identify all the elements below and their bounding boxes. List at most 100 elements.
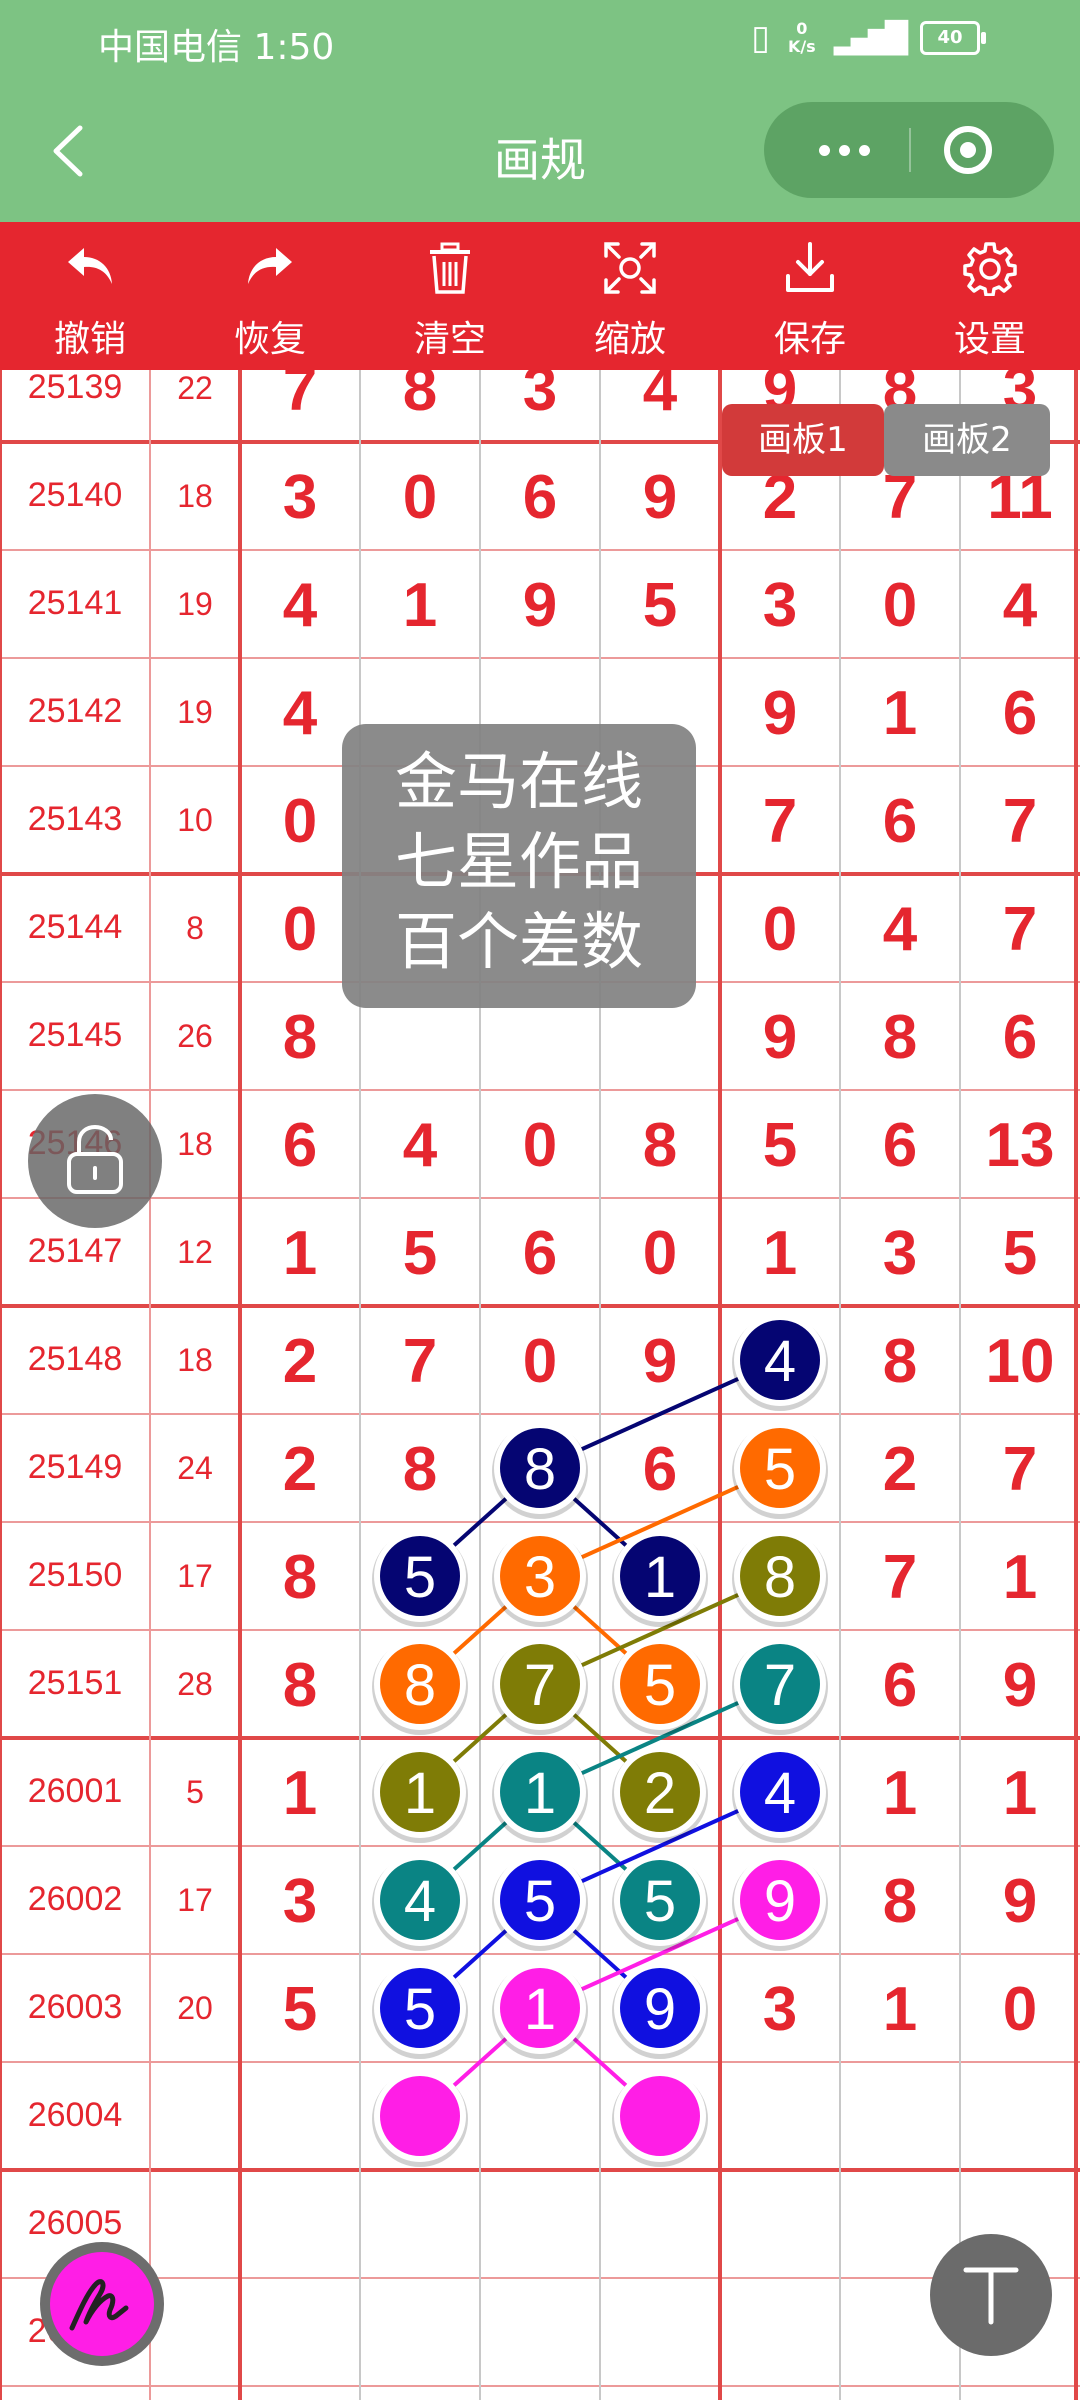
digit-cell[interactable]: 8 xyxy=(240,1002,360,1073)
digit-cell[interactable]: 4 xyxy=(240,678,360,749)
marker-circle[interactable]: 1 xyxy=(492,1962,588,2059)
marker-circle[interactable]: 5 xyxy=(612,1638,708,1735)
digit-cell[interactable]: 1 xyxy=(960,1542,1080,1613)
pen-color-button[interactable] xyxy=(40,2242,164,2366)
digit-cell[interactable]: 1 xyxy=(960,1758,1080,1829)
digit-cell[interactable]: 9 xyxy=(600,462,720,533)
digit-cell[interactable]: 1 xyxy=(840,678,960,749)
digit-cell[interactable]: 10 xyxy=(960,1326,1080,1397)
tab-board-1[interactable]: 画板1 xyxy=(722,404,884,476)
digit-cell[interactable]: 8 xyxy=(360,1434,480,1505)
digit-cell[interactable]: 1 xyxy=(240,1758,360,1829)
digit-cell[interactable]: 5 xyxy=(600,570,720,641)
digit-cell[interactable]: 4 xyxy=(840,894,960,965)
lock-button[interactable] xyxy=(28,1094,162,1228)
marker-circle[interactable]: 5 xyxy=(372,1530,468,1627)
digit-cell[interactable]: 0 xyxy=(960,1974,1080,2045)
marker-circle[interactable]: 8 xyxy=(732,1530,828,1627)
digit-cell[interactable]: 8 xyxy=(240,1650,360,1721)
digit-cell[interactable]: 8 xyxy=(840,1326,960,1397)
digit-cell[interactable]: 7 xyxy=(240,370,360,425)
digit-cell[interactable]: 7 xyxy=(360,1326,480,1397)
digit-cell[interactable]: 1 xyxy=(720,1218,840,1289)
digit-cell[interactable]: 9 xyxy=(480,570,600,641)
digit-cell[interactable]: 8 xyxy=(840,1866,960,1937)
marker-circle[interactable]: 4 xyxy=(732,1746,828,1843)
digit-cell[interactable]: 6 xyxy=(840,1110,960,1181)
digit-cell[interactable]: 0 xyxy=(480,1326,600,1397)
marker-circle[interactable]: 7 xyxy=(732,1638,828,1735)
digit-cell[interactable]: 5 xyxy=(240,1974,360,2045)
digit-cell[interactable]: 9 xyxy=(720,678,840,749)
digit-cell[interactable]: 7 xyxy=(960,786,1080,857)
digit-cell[interactable]: 6 xyxy=(960,678,1080,749)
tab-board-2[interactable]: 画板2 xyxy=(884,404,1050,476)
digit-cell[interactable]: 3 xyxy=(240,1866,360,1937)
marker-circle[interactable]: 3 xyxy=(492,1530,588,1627)
digit-cell[interactable]: 3 xyxy=(240,462,360,533)
digit-cell[interactable]: 0 xyxy=(480,1110,600,1181)
digit-cell[interactable]: 9 xyxy=(720,1002,840,1073)
digit-cell[interactable]: 13 xyxy=(960,1110,1080,1181)
digit-cell[interactable]: 4 xyxy=(960,570,1080,641)
digit-cell[interactable]: 5 xyxy=(720,1110,840,1181)
save-button[interactable]: 保存 xyxy=(720,222,900,370)
marker-circle[interactable] xyxy=(372,2070,468,2167)
digit-cell[interactable]: 0 xyxy=(600,1218,720,1289)
digit-cell[interactable]: 7 xyxy=(960,1434,1080,1505)
digit-cell[interactable]: 4 xyxy=(360,1110,480,1181)
digit-cell[interactable]: 8 xyxy=(600,1110,720,1181)
marker-circle[interactable] xyxy=(612,2070,708,2167)
digit-cell[interactable]: 9 xyxy=(600,1326,720,1397)
digit-cell[interactable]: 9 xyxy=(960,1866,1080,1937)
digit-cell[interactable]: 7 xyxy=(840,1542,960,1613)
digit-cell[interactable]: 6 xyxy=(480,1218,600,1289)
digit-cell[interactable]: 7 xyxy=(960,894,1080,965)
digit-cell[interactable]: 6 xyxy=(840,786,960,857)
digit-cell[interactable]: 3 xyxy=(720,570,840,641)
digit-cell[interactable]: 1 xyxy=(240,1218,360,1289)
digit-cell[interactable]: 2 xyxy=(240,1326,360,1397)
digit-cell[interactable]: 3 xyxy=(480,370,600,425)
zoom-button[interactable]: 缩放 xyxy=(540,222,720,370)
digit-cell[interactable]: 2 xyxy=(240,1434,360,1505)
marker-circle[interactable]: 5 xyxy=(492,1854,588,1951)
marker-circle[interactable]: 1 xyxy=(612,1530,708,1627)
marker-circle[interactable]: 5 xyxy=(732,1422,828,1519)
marker-circle[interactable]: 1 xyxy=(492,1746,588,1843)
digit-cell[interactable]: 1 xyxy=(840,1974,960,2045)
digit-cell[interactable]: 4 xyxy=(240,570,360,641)
digit-cell[interactable]: 0 xyxy=(720,894,840,965)
marker-circle[interactable]: 4 xyxy=(732,1314,828,1411)
marker-circle[interactable]: 5 xyxy=(612,1854,708,1951)
digit-cell[interactable]: 9 xyxy=(960,1650,1080,1721)
undo-button[interactable]: 撤销 xyxy=(0,222,180,370)
marker-circle[interactable]: 4 xyxy=(372,1854,468,1951)
digit-cell[interactable]: 1 xyxy=(840,1758,960,1829)
marker-circle[interactable]: 5 xyxy=(372,1962,468,2059)
more-button[interactable] xyxy=(794,102,894,198)
digit-cell[interactable]: 6 xyxy=(840,1650,960,1721)
marker-circle[interactable]: 8 xyxy=(492,1422,588,1519)
digit-cell[interactable]: 1 xyxy=(360,570,480,641)
digit-cell[interactable]: 8 xyxy=(240,1542,360,1613)
marker-circle[interactable]: 9 xyxy=(612,1962,708,2059)
digit-cell[interactable]: 2 xyxy=(840,1434,960,1505)
digit-cell[interactable]: 6 xyxy=(600,1434,720,1505)
digit-cell[interactable]: 3 xyxy=(720,1974,840,2045)
digit-cell[interactable]: 3 xyxy=(840,1218,960,1289)
drawing-grid[interactable]: 25139 22 7 8 3 4 9 8 3 25140 18 3 0 6 9 2 7 11 25141 19 4 1 9 5… xyxy=(0,370,1080,2400)
redo-button[interactable]: 恢复 xyxy=(180,222,360,370)
marker-circle[interactable]: 8 xyxy=(372,1638,468,1735)
digit-cell[interactable]: 8 xyxy=(840,1002,960,1073)
marker-circle[interactable]: 7 xyxy=(492,1638,588,1735)
digit-cell[interactable]: 4 xyxy=(600,370,720,425)
digit-cell[interactable]: 6 xyxy=(480,462,600,533)
marker-circle[interactable]: 9 xyxy=(732,1854,828,1951)
digit-cell[interactable]: 6 xyxy=(960,1002,1080,1073)
text-tool-button[interactable] xyxy=(930,2234,1052,2356)
settings-button[interactable]: 设置 xyxy=(900,222,1080,370)
close-miniprogram-button[interactable] xyxy=(944,126,992,174)
digit-cell[interactable]: 0 xyxy=(840,570,960,641)
digit-cell[interactable]: 0 xyxy=(360,462,480,533)
